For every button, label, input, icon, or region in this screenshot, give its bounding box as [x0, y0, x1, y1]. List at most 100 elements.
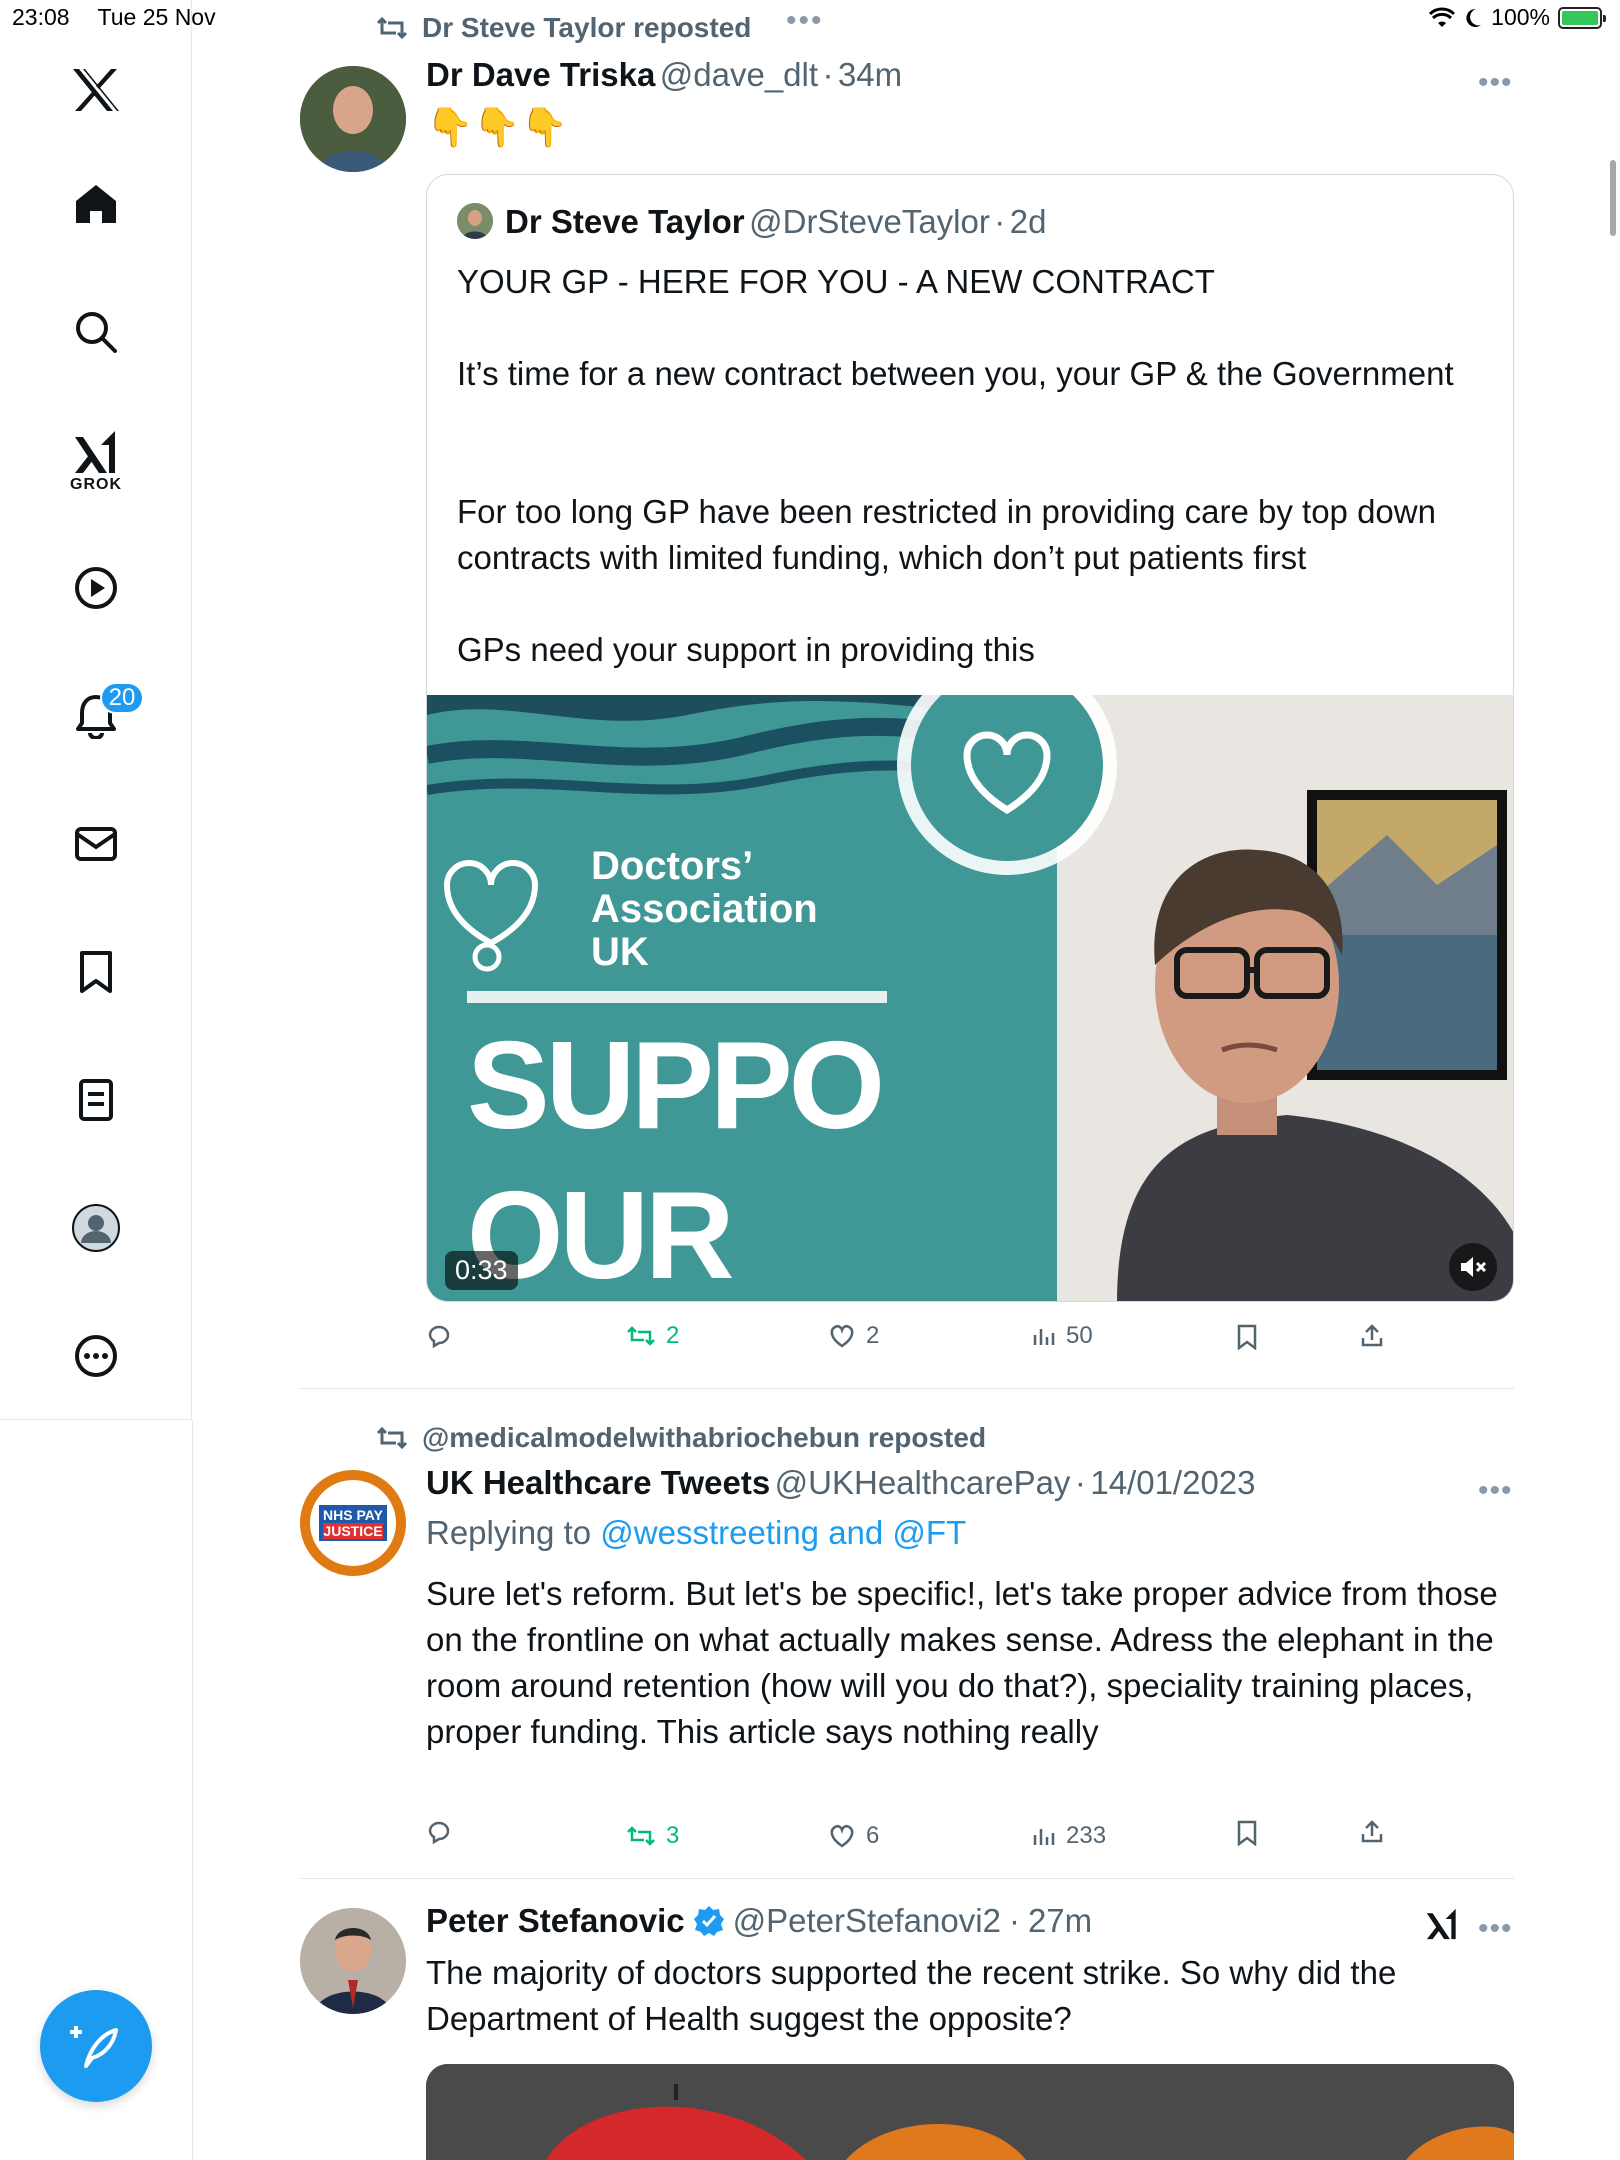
banner-line-3: UK — [591, 930, 649, 974]
avatar-logo: NHS PAY JUSTICE — [319, 1505, 387, 1541]
media-preview[interactable] — [426, 2064, 1514, 2160]
author-name[interactable]: UK Healthcare Tweets — [426, 1464, 770, 1501]
home-icon[interactable] — [56, 164, 136, 244]
video-player[interactable]: Doctors’ Association UK SUPPO OUR 0:33 — [427, 695, 1513, 1301]
more-icon[interactable]: ••• — [1478, 1474, 1513, 1508]
tweet-divider — [300, 1878, 1514, 1879]
grok-explain-button[interactable] — [1424, 1906, 1460, 1947]
video-icon[interactable] — [56, 548, 136, 628]
bookmark-button[interactable] — [1236, 1820, 1258, 1846]
media-image — [426, 2064, 1514, 2160]
bookmark-icon — [1237, 1820, 1257, 1846]
quote-avatar — [457, 203, 493, 239]
repost-label: @medicalmodelwithabriochebun reposted — [422, 1422, 987, 1453]
replying-prefix: Replying to — [426, 1514, 592, 1551]
avatar[interactable] — [300, 1908, 406, 2014]
author-handle[interactable]: @PeterStefanovi2 — [733, 1902, 1001, 1940]
messages-icon[interactable] — [56, 804, 136, 884]
retweet-icon — [627, 1826, 655, 1846]
tweet-header: UK Healthcare Tweets @UKHealthcarePay · … — [426, 1464, 1256, 1502]
lists-icon[interactable] — [56, 1060, 136, 1140]
compose-post-button[interactable] — [40, 1990, 152, 2102]
compose-feather-icon — [70, 2026, 118, 2068]
like-count: 2 — [866, 1322, 880, 1349]
banner-line-1: Doctors’ — [591, 844, 754, 888]
reply-icon — [428, 1821, 450, 1844]
share-button[interactable] — [1360, 1820, 1384, 1844]
reply-button[interactable] — [426, 1324, 452, 1348]
tweet-text: 👇👇👇 — [426, 107, 568, 149]
battery-percent: 100% — [1491, 4, 1550, 30]
dot-separator: · — [1008, 1902, 1020, 1939]
tweet-time[interactable]: 14/01/2023 — [1090, 1464, 1255, 1501]
author-handle[interactable]: @dave_dlt — [660, 56, 818, 93]
retweet-button[interactable]: 2 — [626, 1322, 679, 1350]
tweet-time[interactable]: 34m — [838, 56, 902, 93]
author-handle[interactable]: @UKHealthcarePay — [775, 1464, 1071, 1501]
x-logo-icon[interactable] — [56, 50, 136, 130]
moon-icon — [1466, 8, 1482, 27]
share-button[interactable] — [1360, 1324, 1384, 1348]
scrollbar[interactable] — [1610, 160, 1616, 236]
top-handle-dots: ••• — [786, 4, 824, 37]
avatar[interactable] — [300, 66, 406, 172]
avatar-person-image — [300, 66, 406, 172]
more-icon[interactable]: ••• — [1478, 1912, 1513, 1946]
views-button[interactable]: 50 — [1032, 1322, 1093, 1350]
views-count: 50 — [1066, 1322, 1093, 1349]
status-bar-right: 100% — [1429, 4, 1606, 31]
replying-to-line: Replying to @wesstreeting and @FT — [426, 1514, 966, 1552]
retweet-icon — [376, 1426, 408, 1450]
avatar-inner: NHS PAY JUSTICE — [310, 1480, 396, 1566]
reply-icon — [428, 1325, 450, 1348]
battery-icon — [1558, 6, 1606, 29]
quote-header: Dr Steve Taylor @DrSteveTaylor · 2d — [505, 203, 1046, 241]
verified-badge-icon — [693, 1906, 724, 1936]
bookmarks-icon[interactable] — [56, 932, 136, 1012]
retweet-icon — [376, 16, 408, 40]
search-icon[interactable] — [56, 292, 136, 372]
bookmark-button[interactable] — [1236, 1324, 1258, 1350]
quote-para-2: It’s time for a new contract between you… — [457, 355, 1454, 392]
author-name[interactable]: Peter Stefanovic — [426, 1902, 685, 1940]
more-icon[interactable]: ••• — [1478, 66, 1513, 100]
author-name[interactable]: Dr Dave Triska — [426, 56, 655, 93]
dot-separator: · — [1074, 1464, 1086, 1501]
avatar-person-image — [300, 1908, 406, 2014]
replying-to-link[interactable]: @wesstreeting and @FT — [600, 1514, 966, 1551]
quote-author-name: Dr Steve Taylor — [505, 203, 745, 240]
muted-speaker-icon — [1461, 1257, 1487, 1277]
avatar[interactable]: NHS PAY JUSTICE — [300, 1470, 406, 1576]
avatar-text-2: JUSTICE — [323, 1523, 383, 1539]
repost-indicator: Dr Steve Taylor reposted — [376, 12, 751, 44]
profile-avatar-icon[interactable] — [56, 1188, 136, 1268]
banner-line-2: Association — [591, 887, 818, 931]
quote-para-1: YOUR GP - HERE FOR YOU - A NEW CONTRACT — [457, 263, 1215, 300]
video-duration: 0:33 — [445, 1251, 518, 1290]
dot-separator: · — [994, 203, 1006, 240]
like-count: 6 — [866, 1822, 880, 1849]
like-button[interactable]: 2 — [828, 1322, 879, 1350]
views-count: 233 — [1066, 1822, 1107, 1849]
banner-big-1: SUPPO — [467, 1017, 885, 1155]
repost-label: Dr Steve Taylor reposted — [422, 12, 752, 43]
quoted-tweet-card[interactable]: Dr Steve Taylor @DrSteveTaylor · 2d YOUR… — [426, 174, 1514, 1302]
tweet-text: The majority of doctors supported the re… — [426, 1954, 1397, 2037]
tweet-time[interactable]: 27m — [1028, 1902, 1092, 1940]
retweet-button[interactable]: 3 — [626, 1822, 679, 1850]
views-button[interactable]: 233 — [1032, 1822, 1106, 1850]
tweet-divider — [300, 1388, 1514, 1389]
more-options-icon[interactable] — [56, 1316, 136, 1396]
heart-icon — [830, 1324, 854, 1348]
quote-author-handle: @DrSteveTaylor — [749, 203, 990, 240]
retweet-count: 3 — [666, 1822, 680, 1849]
like-button[interactable]: 6 — [828, 1822, 879, 1850]
avatar-text-1: NHS PAY — [323, 1507, 383, 1523]
mute-button[interactable] — [1449, 1243, 1497, 1291]
grok-icon — [1426, 1908, 1456, 1940]
views-bar-icon — [1033, 1329, 1055, 1345]
reply-button[interactable] — [426, 1820, 452, 1844]
quote-time: 2d — [1009, 203, 1047, 240]
quote-para-4: GPs need your support in providing this — [457, 631, 1035, 668]
sidebar-divider — [192, 1420, 193, 2160]
